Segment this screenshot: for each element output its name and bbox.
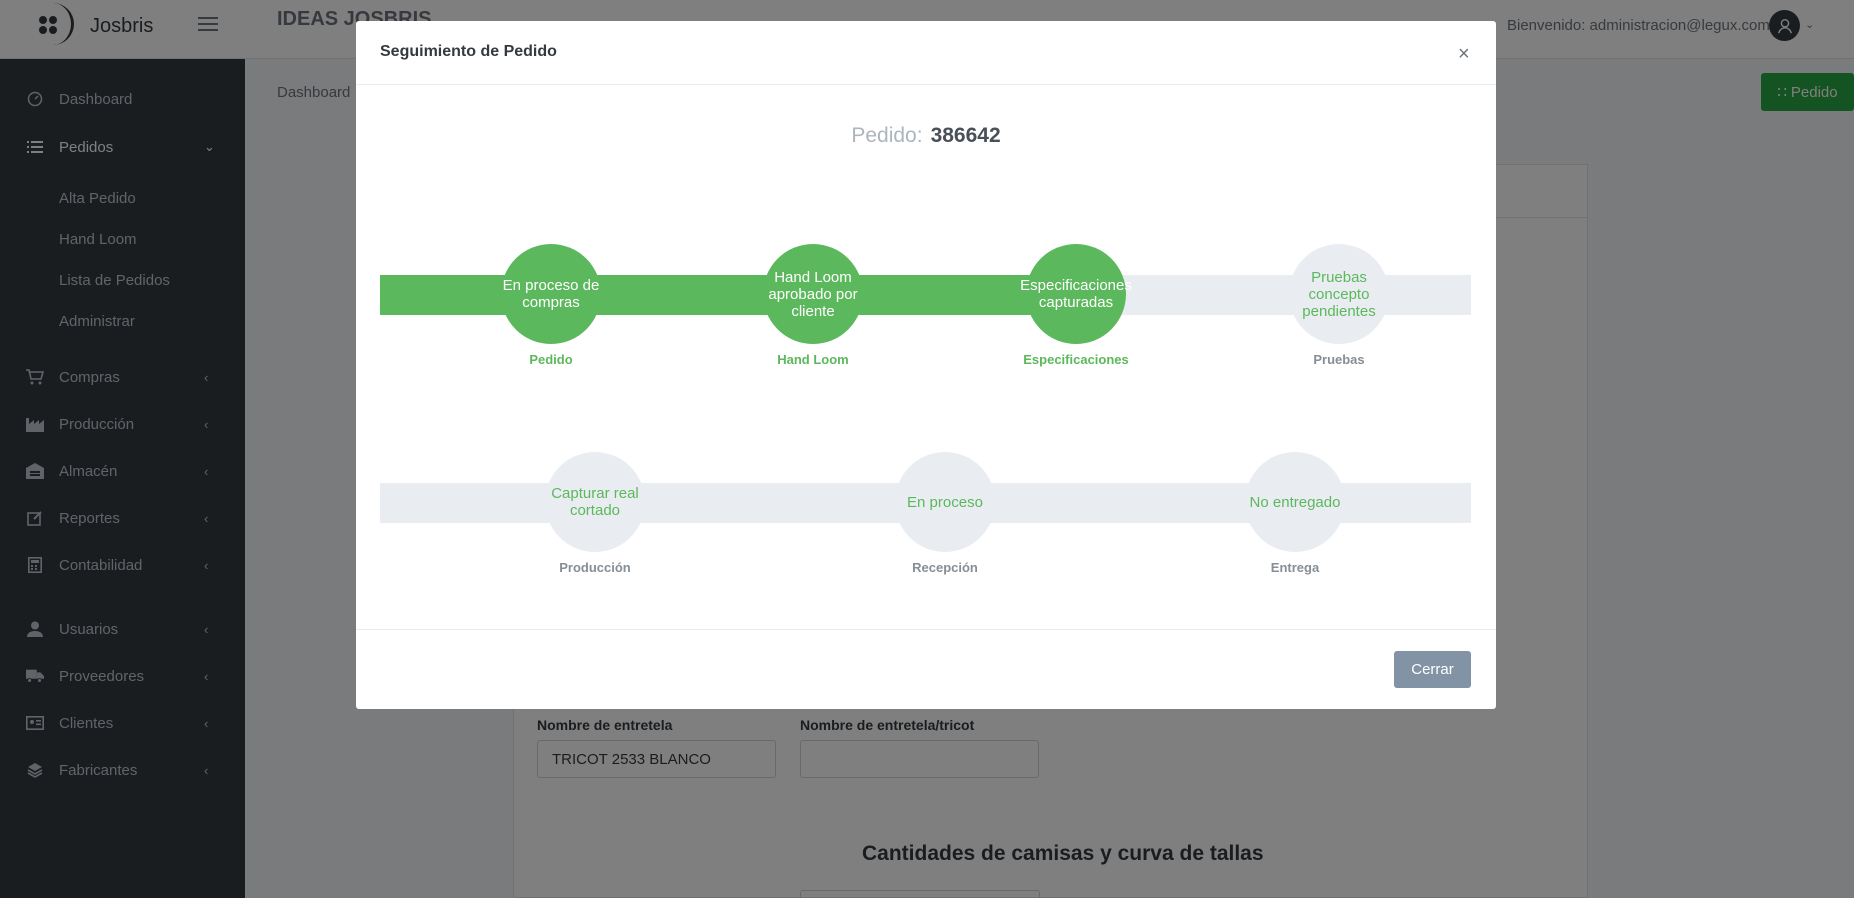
step-circle-especificaciones: Especificaciones capturadas bbox=[1020, 244, 1132, 344]
step-label-pedido: Pedido bbox=[529, 352, 573, 367]
modal-header: Seguimiento de Pedido × bbox=[356, 21, 1496, 85]
step-label-produccion: Producción bbox=[559, 560, 631, 575]
modal-footer-divider bbox=[356, 629, 1496, 630]
step-circle-produccion: Capturar real cortado bbox=[545, 452, 645, 552]
step-circle-pruebas: Pruebas concepto pendientes bbox=[1289, 244, 1389, 344]
order-number: 386642 bbox=[930, 124, 1001, 147]
order-heading: Pedido: 386642 bbox=[356, 124, 1496, 148]
step-circle-recepcion: En proceso bbox=[895, 452, 995, 552]
step-label-pruebas: Pruebas bbox=[1313, 352, 1365, 367]
close-icon[interactable]: × bbox=[1458, 43, 1470, 66]
order-tracking-modal: Seguimiento de Pedido × Pedido: 386642 En… bbox=[356, 21, 1496, 709]
progress-fill-row1 bbox=[380, 275, 1110, 315]
step-circle-pedido: En proceso de compras bbox=[501, 244, 601, 344]
order-label: Pedido: bbox=[851, 124, 923, 147]
step-circle-hand-loom: Hand Loom aprobado por cliente bbox=[763, 244, 863, 344]
modal-title: Seguimiento de Pedido bbox=[380, 43, 557, 60]
close-button[interactable]: Cerrar bbox=[1394, 651, 1471, 688]
step-label-recepcion: Recepción bbox=[912, 560, 978, 575]
step-label-hand-loom: Hand Loom bbox=[777, 352, 849, 367]
step-label-especificaciones: Especificaciones bbox=[1023, 352, 1129, 367]
step-circle-entrega: No entregado bbox=[1245, 452, 1345, 552]
step-label-entrega: Entrega bbox=[1270, 560, 1320, 575]
